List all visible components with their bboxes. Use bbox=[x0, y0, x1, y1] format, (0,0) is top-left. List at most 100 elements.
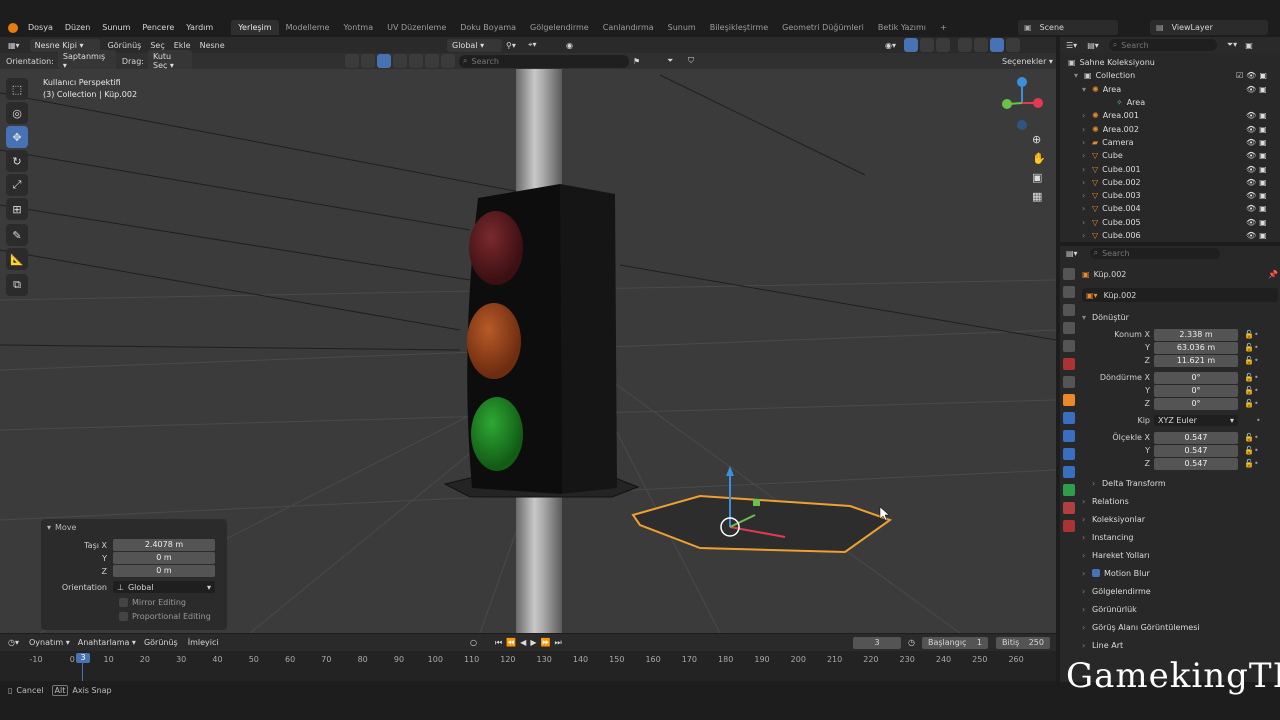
camera-view-icon[interactable]: ▣ bbox=[1032, 171, 1046, 184]
chevron-right-icon[interactable]: › bbox=[1082, 151, 1092, 160]
solid-shading-icon[interactable] bbox=[974, 38, 988, 52]
ortho-toggle-icon[interactable]: ▦ bbox=[1032, 190, 1046, 203]
tasi-z-field[interactable]: 0 m bbox=[113, 565, 215, 577]
property-section-header[interactable]: › Gölgelendirme bbox=[1082, 582, 1278, 600]
display-mode-icon[interactable]: ▤▾ bbox=[1087, 41, 1099, 50]
tab-physics-icon[interactable] bbox=[1063, 448, 1075, 460]
property-section-header[interactable]: › Relations bbox=[1082, 492, 1278, 510]
tab-constraints-icon[interactable] bbox=[1063, 466, 1075, 478]
add-cube-tool-icon[interactable]: ⧉ bbox=[6, 274, 28, 296]
tab-object-icon[interactable] bbox=[1063, 394, 1075, 406]
visibility-toggle-icon[interactable]: 👁▣ bbox=[1246, 165, 1272, 174]
chevron-right-icon[interactable]: › bbox=[1082, 178, 1092, 187]
tasi-x-field[interactable]: 2.4078 m bbox=[113, 539, 215, 551]
prev-keyframe-icon[interactable]: ⏪ bbox=[506, 638, 516, 647]
menu-pencere[interactable]: Pencere bbox=[136, 23, 180, 32]
scene-selector[interactable]: ▣ Scene bbox=[1018, 20, 1118, 35]
scale-tool-icon[interactable]: ⤢ bbox=[6, 174, 28, 196]
tab-yerlesim[interactable]: Yerleşim bbox=[231, 20, 279, 35]
visibility-icons[interactable]: ☑👁▣ bbox=[1236, 71, 1272, 80]
cursor-icon[interactable]: ◎ bbox=[6, 102, 28, 124]
tab-output-icon[interactable] bbox=[1063, 304, 1075, 316]
outliner-item[interactable]: › ✺ Area.001 👁▣ bbox=[1068, 109, 1272, 122]
visibility-toggle-icon[interactable]: 👁▣ bbox=[1246, 231, 1272, 240]
visibility-toggle-icon[interactable]: 👁▣ bbox=[1246, 178, 1272, 187]
outliner-item[interactable]: › ▰ Camera 👁▣ bbox=[1068, 136, 1272, 149]
gizmo-toggle-icon[interactable] bbox=[904, 38, 918, 52]
motion-blur-checkbox[interactable] bbox=[1092, 569, 1100, 577]
lock-icon[interactable]: 🔓• bbox=[1244, 343, 1259, 352]
transform-orientation-selector[interactable]: Global ▾ bbox=[447, 38, 502, 52]
visibility-toggle-icon[interactable]: 👁▣ bbox=[1246, 138, 1272, 147]
lock-icon[interactable]: 🔓• bbox=[1244, 459, 1259, 468]
timeline-ruler[interactable]: -10 0 10 20 30 40 50 60 70 80 90 100 110 120 130 140 150… bbox=[0, 651, 1056, 681]
tab-world-icon[interactable] bbox=[1063, 358, 1075, 370]
timeline-editor-icon[interactable]: ◷▾ bbox=[8, 638, 19, 647]
move-tool-icon[interactable]: ✥ bbox=[6, 126, 28, 148]
playhead[interactable]: 3 bbox=[76, 653, 90, 663]
tab-doku-boyama[interactable]: Doku Boyama bbox=[453, 20, 523, 35]
property-section-header[interactable]: › Görüş Alanı Görüntülemesi bbox=[1082, 618, 1278, 636]
visibility-toggle-icon[interactable]: 👁▣ bbox=[1246, 151, 1272, 160]
play-reverse-icon[interactable]: ◀ bbox=[520, 638, 526, 647]
outliner-item[interactable]: ✧ Area bbox=[1068, 96, 1272, 109]
jump-end-icon[interactable]: ⏭ bbox=[554, 638, 561, 648]
pivot-icon[interactable]: ⚲▾ bbox=[506, 41, 516, 50]
xray-toggle-icon[interactable] bbox=[936, 38, 950, 52]
lock-icon[interactable]: 🔓• bbox=[1244, 356, 1259, 365]
transform-tool-icon[interactable]: ⊞ bbox=[6, 198, 28, 220]
pin-icon[interactable]: 📌 bbox=[1268, 270, 1278, 279]
bookmark-icon[interactable]: ⚑ bbox=[633, 57, 640, 66]
mesh-filter-icon[interactable] bbox=[345, 54, 359, 68]
outliner-item[interactable]: › ▽ Cube.004 👁▣ bbox=[1068, 202, 1272, 215]
menu-duzen[interactable]: Düzen bbox=[59, 23, 96, 32]
outliner-item[interactable]: › ▽ Cube.006 👁▣ bbox=[1068, 229, 1272, 242]
chevron-down-icon[interactable]: ▾ bbox=[1082, 85, 1092, 94]
transform-section-header[interactable]: ▾ Dönüştür bbox=[1082, 308, 1278, 326]
shield-icon[interactable]: ⛉ bbox=[688, 56, 694, 66]
chevron-right-icon[interactable]: › bbox=[1082, 218, 1092, 227]
tab-modifier-icon[interactable] bbox=[1063, 412, 1075, 424]
snap-icon[interactable]: ⌖▾ bbox=[528, 40, 537, 50]
chevron-right-icon[interactable]: › bbox=[1082, 191, 1092, 200]
filter-funnel-icon[interactable]: ⏷ bbox=[667, 56, 673, 66]
lock-icon[interactable]: 🔓• bbox=[1244, 399, 1259, 408]
move-panel-header[interactable]: ▾ Move bbox=[41, 519, 227, 535]
rotate-tool-icon[interactable]: ↻ bbox=[6, 150, 28, 172]
blender-logo-icon[interactable] bbox=[8, 22, 18, 33]
next-keyframe-icon[interactable]: ⏩ bbox=[540, 638, 550, 647]
mirror-checkbox[interactable] bbox=[119, 598, 128, 607]
visibility-toggle-icon[interactable]: 👁▣ bbox=[1246, 218, 1272, 227]
tab-yontma[interactable]: Yontma bbox=[336, 20, 380, 35]
outliner-editor-icon[interactable]: ☰▾ bbox=[1066, 41, 1077, 50]
scene-collection[interactable]: ▣ Sahne Koleksiyonu bbox=[1068, 56, 1272, 69]
lock-icon[interactable]: 🔓• bbox=[1244, 446, 1259, 455]
dondurme-z-field[interactable]: 0° bbox=[1154, 397, 1238, 410]
chevron-right-icon[interactable]: › bbox=[1082, 111, 1092, 120]
visibility-toggle-icon[interactable]: 👁▣ bbox=[1246, 85, 1272, 94]
measure-tool-icon[interactable]: 📐 bbox=[6, 248, 28, 270]
select-filter-icon[interactable] bbox=[377, 54, 391, 68]
proportional-edit-icon[interactable]: ◉ bbox=[566, 41, 573, 50]
kip-dropdown[interactable]: XYZ Euler ▾ bbox=[1154, 415, 1238, 426]
view-layer-selector[interactable]: ▤ ViewLayer bbox=[1150, 20, 1268, 35]
lock-icon[interactable]: 🔓• bbox=[1244, 433, 1259, 442]
tab-bilesiklestirme[interactable]: Bileşikleştirme bbox=[703, 20, 775, 35]
tab-scene-icon[interactable] bbox=[1063, 340, 1075, 352]
editor-type-icon[interactable]: ▦▾ bbox=[8, 41, 20, 50]
outliner-item[interactable]: › ▽ Cube.003 👁▣ bbox=[1068, 189, 1272, 202]
chevron-right-icon[interactable]: › bbox=[1082, 204, 1092, 213]
tab-betik-yazimi[interactable]: Betik Yazımı bbox=[871, 20, 933, 35]
konum-x-field[interactable]: 2.338 m bbox=[1154, 328, 1238, 341]
chevron-right-icon[interactable]: › bbox=[1082, 165, 1092, 174]
tab-uv-duzenleme[interactable]: UV Düzenleme bbox=[380, 20, 453, 35]
chevron-right-icon[interactable]: › bbox=[1082, 138, 1092, 147]
filter-icon[interactable]: ⏷▾ bbox=[1227, 40, 1237, 50]
end-frame-field[interactable]: Bitiş 250 bbox=[996, 636, 1050, 649]
tab-material-icon[interactable] bbox=[1063, 502, 1075, 514]
outliner-item[interactable]: ▾ ✺ Area 👁▣ bbox=[1068, 83, 1272, 96]
texture-filter-icon[interactable] bbox=[425, 54, 439, 68]
overlay-toggle-icon[interactable] bbox=[920, 38, 934, 52]
dondurme-x-field[interactable]: 0° bbox=[1154, 371, 1238, 384]
tab-view-layer-icon[interactable] bbox=[1063, 322, 1075, 334]
